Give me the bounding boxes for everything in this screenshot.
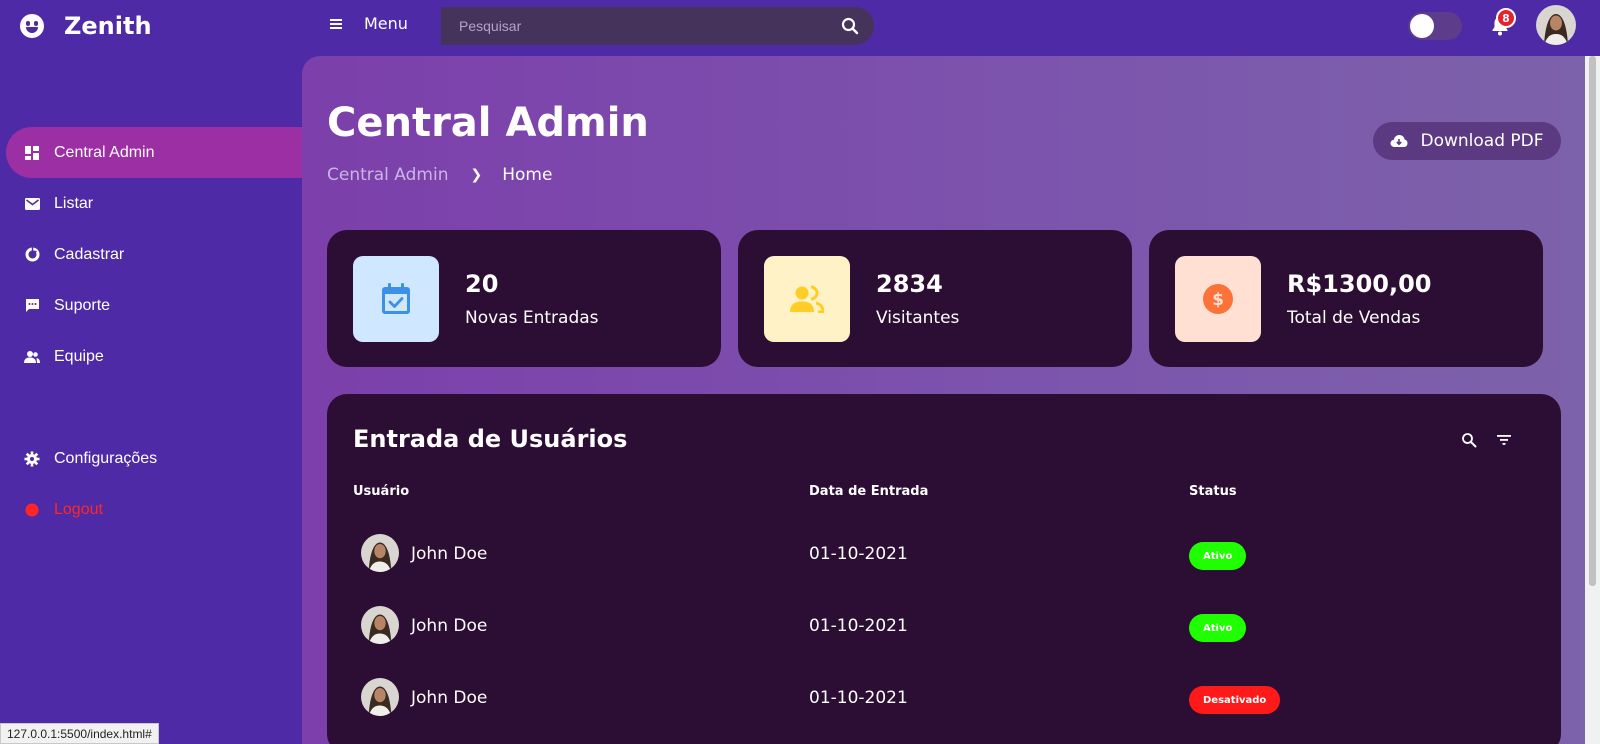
entry-date: 01-10-2021 xyxy=(809,616,908,636)
column-header-status: Status xyxy=(1189,484,1237,499)
entry-date: 01-10-2021 xyxy=(809,544,908,564)
top-navbar: Zenith Menu 8 xyxy=(0,0,1600,56)
user-name: John Doe xyxy=(411,688,488,708)
page-scrollbar[interactable] xyxy=(1585,56,1600,744)
download-pdf-button[interactable]: Download PDF xyxy=(1373,122,1561,160)
stat-value: 2834 xyxy=(876,270,943,298)
table-title: Entrada de Usuários xyxy=(353,425,628,453)
sidebar-item-equipe[interactable]: Equipe xyxy=(6,331,302,382)
scrollbar-thumb[interactable] xyxy=(1589,56,1596,586)
sidebar-item-cadastrar[interactable]: Cadastrar xyxy=(6,229,302,280)
user-name: John Doe xyxy=(411,544,488,564)
stat-label: Total de Vendas xyxy=(1287,308,1421,328)
dashboard-icon xyxy=(24,145,40,161)
pie-chart-icon xyxy=(24,247,40,263)
gear-icon xyxy=(24,451,40,467)
calendar-check-icon xyxy=(382,283,410,314)
table-row[interactable]: John Doe 01-10-2021 Ativo xyxy=(327,606,1561,678)
status-badge: Ativo xyxy=(1189,542,1247,570)
main-content: Central Admin Central Admin ❯ Home Downl… xyxy=(302,56,1585,744)
status-badge: Desativado xyxy=(1189,686,1281,714)
chat-icon xyxy=(24,298,40,314)
stat-icon-box xyxy=(764,256,850,342)
stat-label: Visitantes xyxy=(876,308,960,328)
sidebar-item-label: Listar xyxy=(54,194,94,212)
filter-icon[interactable] xyxy=(1497,434,1511,446)
user-avatar xyxy=(361,678,399,716)
stat-value: 20 xyxy=(465,270,499,298)
sidebar: Central Admin Listar Cadastrar Suporte E… xyxy=(0,56,302,744)
user-name: John Doe xyxy=(411,616,488,636)
column-header-data: Data de Entrada xyxy=(809,484,929,499)
page-title: Central Admin xyxy=(327,100,649,146)
breadcrumb-current[interactable]: Home xyxy=(502,165,552,185)
browser-status-url: 127.0.0.1:5500/index.html# xyxy=(0,723,159,744)
people-icon xyxy=(790,285,824,313)
brand[interactable]: Zenith xyxy=(20,12,152,40)
sidebar-item-central-admin[interactable]: Central Admin xyxy=(6,127,302,178)
breadcrumb: Central Admin ❯ Home xyxy=(327,165,552,185)
stat-card-novas-entradas: 20 Novas Entradas xyxy=(327,230,721,367)
svg-text:$: $ xyxy=(1212,290,1224,310)
theme-toggle[interactable] xyxy=(1408,12,1462,40)
download-pdf-label: Download PDF xyxy=(1420,131,1544,151)
notification-badge: 8 xyxy=(1496,8,1516,28)
sidebar-item-label: Central Admin xyxy=(54,143,155,161)
sidebar-item-label: Configurações xyxy=(54,449,158,467)
hamburger-icon xyxy=(330,18,342,29)
stat-icon-box xyxy=(353,256,439,342)
stat-value: R$1300,00 xyxy=(1287,270,1432,298)
search-icon[interactable] xyxy=(1461,432,1477,448)
status-badge: Ativo xyxy=(1189,614,1247,642)
smile-logo-icon xyxy=(20,14,44,38)
sidebar-item-label: Logout xyxy=(54,500,103,518)
sidebar-item-label: Suporte xyxy=(54,296,111,314)
sidebar-item-logout[interactable]: Logout xyxy=(6,484,302,535)
column-header-usuario: Usuário xyxy=(353,484,410,499)
toggle-knob xyxy=(1410,14,1434,38)
menu-button[interactable]: Menu xyxy=(330,14,408,33)
stat-card-total-vendas: $ R$1300,00 Total de Vendas xyxy=(1149,230,1543,367)
user-avatar[interactable] xyxy=(1536,5,1576,45)
search-input[interactable] xyxy=(441,7,840,45)
sidebar-item-configuracoes[interactable]: Configurações xyxy=(6,433,302,484)
cloud-download-icon xyxy=(1390,135,1408,147)
user-avatar xyxy=(361,534,399,572)
dollar-circle-icon: $ xyxy=(1203,284,1233,314)
stat-icon-box: $ xyxy=(1175,256,1261,342)
sidebar-item-suporte[interactable]: Suporte xyxy=(6,280,302,331)
table-row[interactable]: John Doe 01-10-2021 Desativado xyxy=(327,678,1561,744)
menu-label: Menu xyxy=(364,14,408,33)
mail-icon xyxy=(24,196,40,212)
table-row[interactable]: John Doe 01-10-2021 Ativo xyxy=(327,534,1561,606)
group-icon xyxy=(24,349,40,365)
search-icon[interactable] xyxy=(840,16,860,36)
logout-icon xyxy=(24,502,40,518)
sidebar-item-label: Cadastrar xyxy=(54,245,125,263)
chevron-right-icon: ❯ xyxy=(470,167,483,183)
brand-name: Zenith xyxy=(64,12,152,40)
user-avatar xyxy=(361,606,399,644)
sidebar-item-listar[interactable]: Listar xyxy=(6,178,302,229)
sidebar-item-label: Equipe xyxy=(54,347,104,365)
breadcrumb-link[interactable]: Central Admin xyxy=(327,165,448,185)
search-bar xyxy=(441,7,874,45)
stat-card-visitantes: 2834 Visitantes xyxy=(738,230,1132,367)
entry-date: 01-10-2021 xyxy=(809,688,908,708)
stat-label: Novas Entradas xyxy=(465,308,599,328)
user-entries-table: Entrada de Usuários Usuário Data de Entr… xyxy=(327,394,1561,744)
